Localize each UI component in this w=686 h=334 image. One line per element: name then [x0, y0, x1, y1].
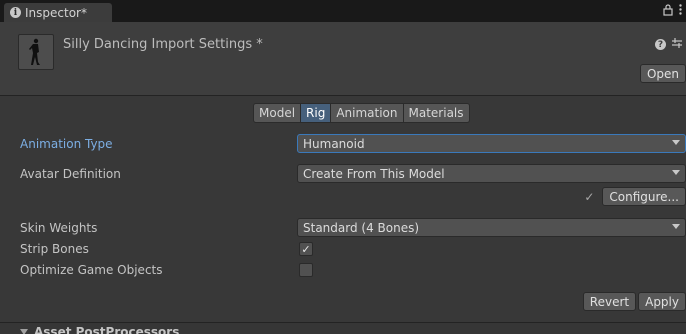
skin-weights-dropdown[interactable]: Standard (4 Bones) [297, 218, 686, 237]
apply-button[interactable]: Apply [638, 292, 686, 311]
strip-bones-label: Strip Bones [20, 242, 89, 256]
avatar-definition-label: Avatar Definition [20, 167, 121, 181]
help-icon[interactable]: ? [655, 39, 666, 50]
tab-animation[interactable]: Animation [331, 103, 404, 123]
avatar-definition-value: Create From This Model [303, 166, 445, 181]
configure-row: ✓ Configure... [584, 187, 686, 206]
foldout-triangle-icon[interactable] [20, 329, 28, 334]
skin-weights-label: Skin Weights [20, 221, 98, 235]
configure-button[interactable]: Configure... [602, 187, 686, 206]
tab-materials[interactable]: Materials [403, 103, 470, 123]
tab-inspector-label: Inspector* [25, 5, 87, 20]
inspector-header: Silly Dancing Import Settings * ? Open [0, 22, 686, 96]
check-icon: ✓ [301, 242, 311, 256]
action-buttons: Revert Apply [582, 292, 686, 311]
animation-type-label: Animation Type [20, 137, 113, 151]
dropdown-arrow-icon [672, 224, 680, 229]
tab-model[interactable]: Model [253, 103, 302, 123]
animation-type-value: Humanoid [303, 136, 365, 151]
settings-sliders-icon[interactable] [672, 38, 682, 51]
tab-rig[interactable]: Rig [301, 103, 332, 123]
lock-icon[interactable] [663, 3, 673, 19]
model-thumbnail-icon [18, 34, 54, 70]
strip-bones-checkbox[interactable]: ✓ [299, 242, 313, 256]
tab-inspector[interactable]: i Inspector* [4, 3, 112, 22]
info-icon: i [10, 7, 21, 18]
optimize-game-objects-checkbox[interactable] [299, 263, 313, 277]
dropdown-arrow-icon [672, 170, 680, 175]
tab-bar-controls [663, 3, 682, 19]
revert-button[interactable]: Revert [582, 292, 637, 311]
dropdown-arrow-icon [672, 140, 680, 145]
skin-weights-value: Standard (4 Bones) [303, 220, 420, 235]
open-button[interactable]: Open [639, 64, 686, 83]
asset-postprocessors-section[interactable]: Asset PostProcessors [0, 322, 686, 334]
animation-type-dropdown[interactable]: Humanoid [297, 134, 686, 153]
header-title: Silly Dancing Import Settings * [63, 37, 263, 52]
import-settings-tabs: Model Rig Animation Materials [253, 103, 470, 123]
check-icon: ✓ [584, 189, 595, 204]
section-title: Asset PostProcessors [34, 325, 180, 334]
header-icons: ? [655, 38, 682, 51]
tab-bar: i Inspector* [0, 0, 686, 22]
more-vert-icon[interactable] [679, 4, 682, 18]
avatar-definition-dropdown[interactable]: Create From This Model [297, 164, 686, 183]
optimize-game-objects-label: Optimize Game Objects [20, 263, 163, 277]
